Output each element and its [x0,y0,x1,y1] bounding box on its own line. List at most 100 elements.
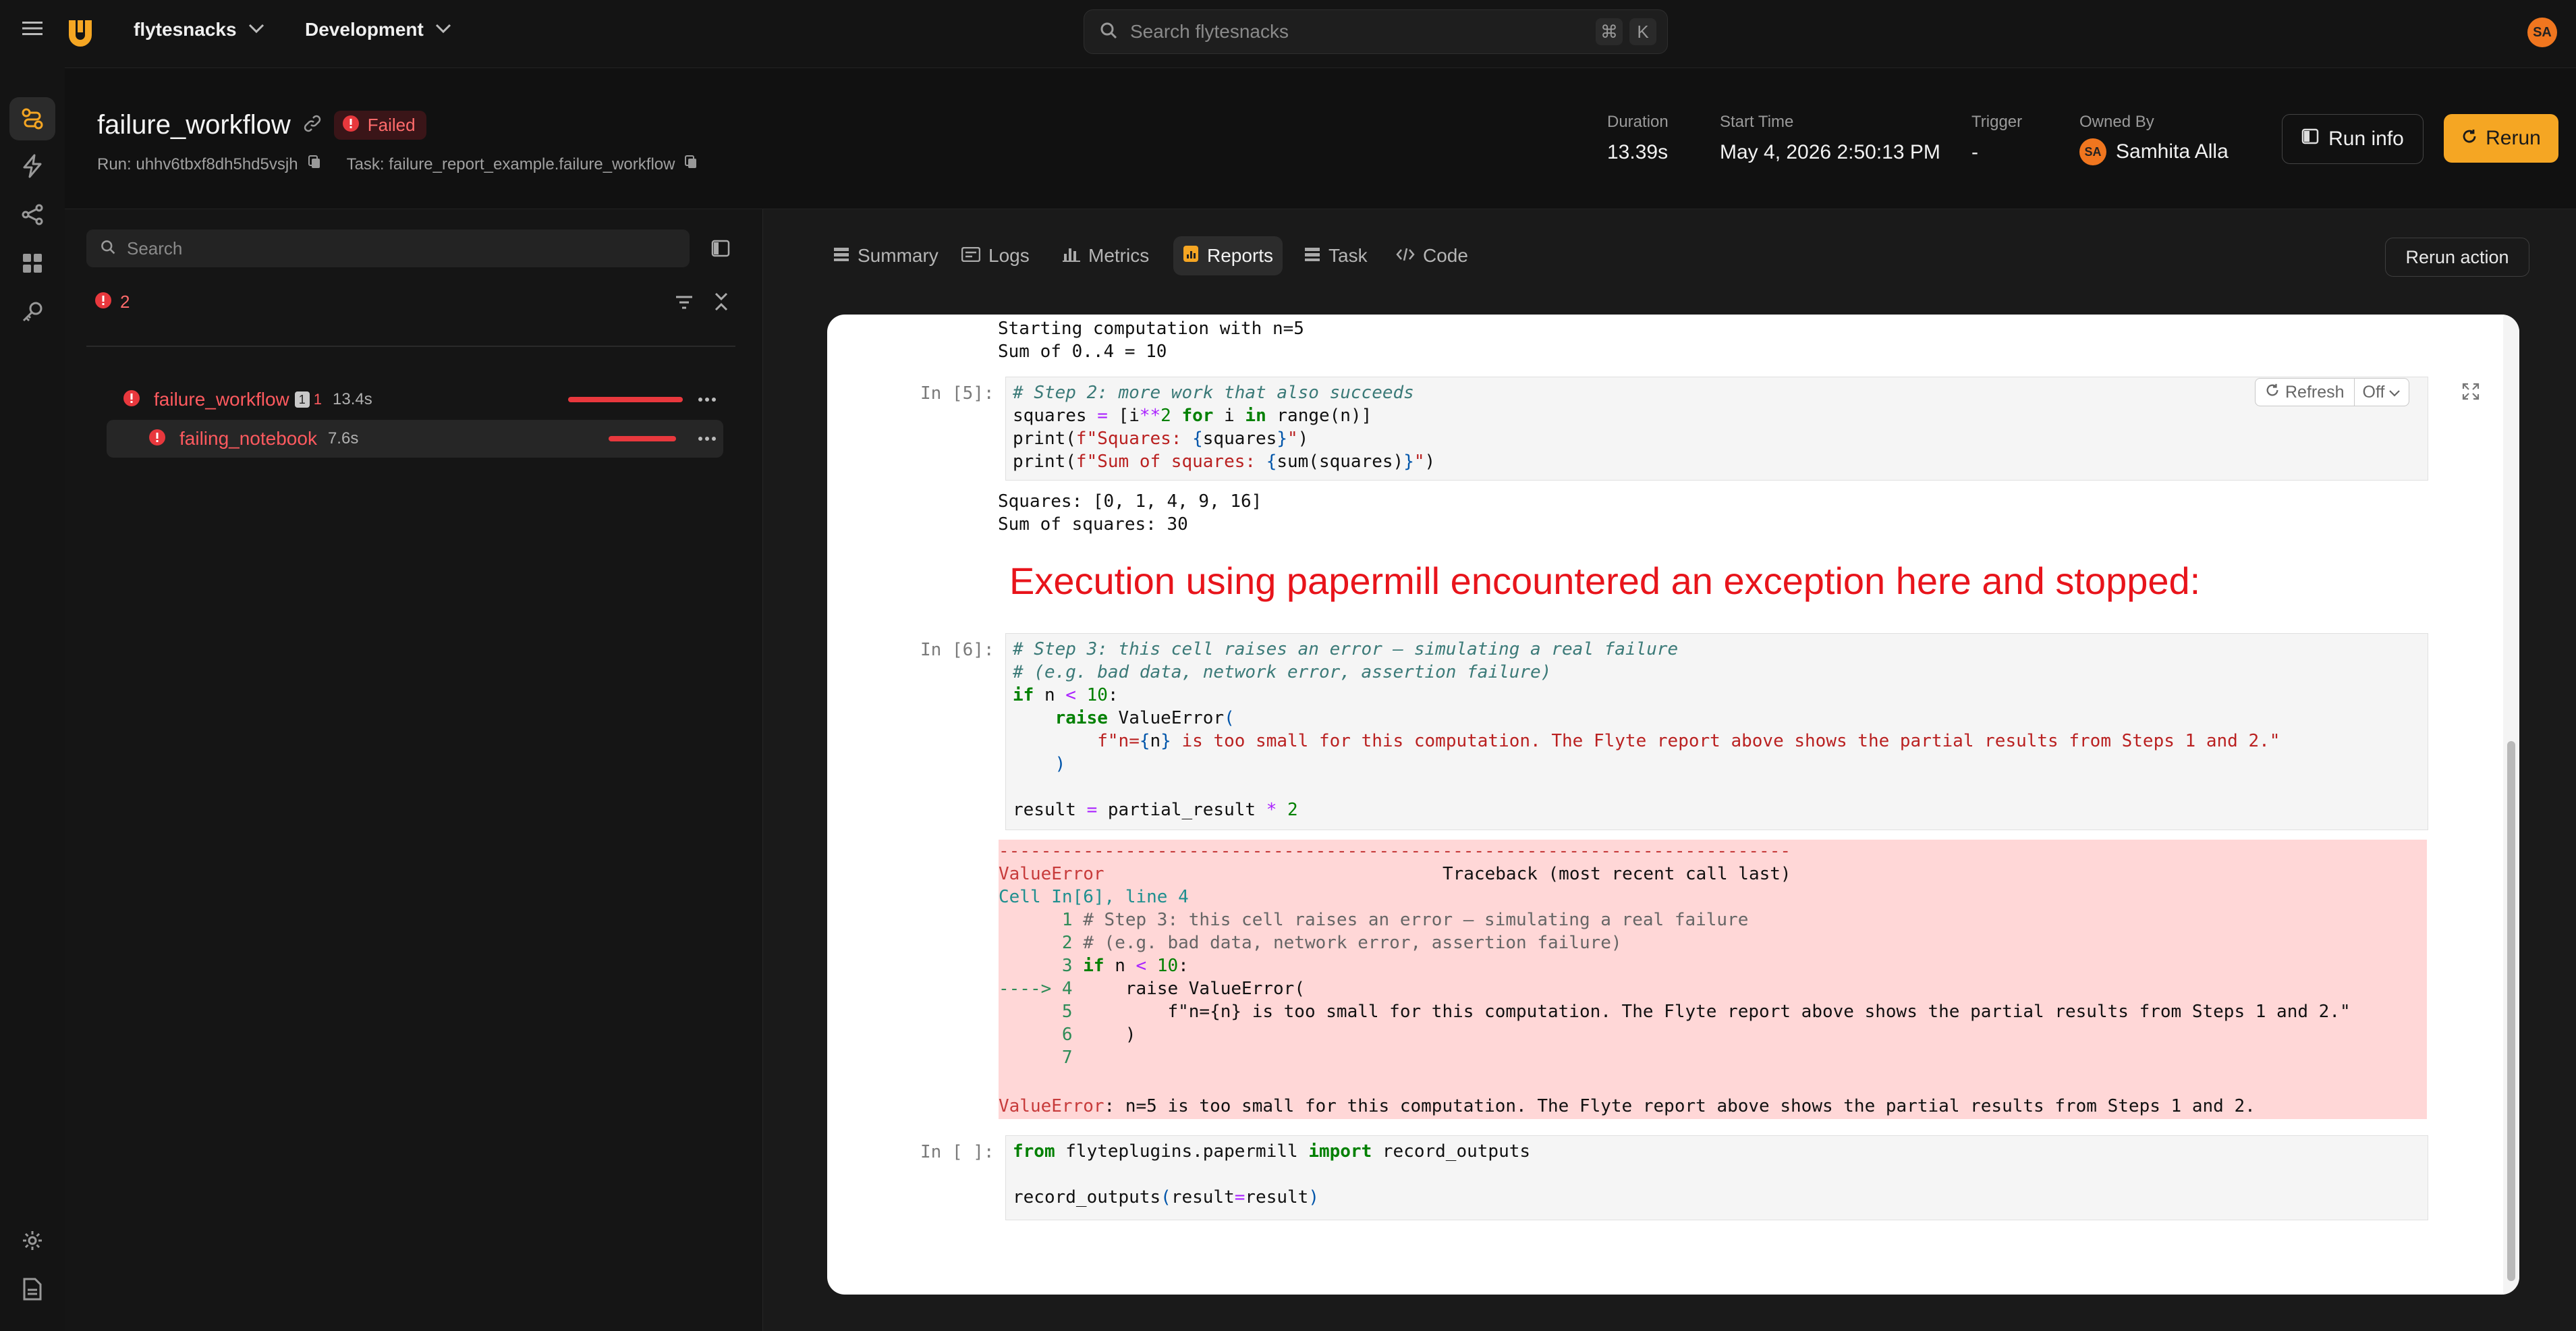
scrollbar[interactable] [2503,315,2519,1295]
failed-count: 1 [313,391,322,408]
rerun-action-button[interactable]: Rerun action [2385,238,2529,277]
subtask-count-badge: 1 [294,391,310,408]
trigger-label: Trigger [1971,113,2023,131]
triggers-nav-icon[interactable] [9,144,55,188]
expand-icon[interactable] [2461,382,2480,404]
domain-selector[interactable]: Development [305,19,452,40]
summary-icon [833,245,849,267]
traceback-source: 1 # Step 3: this cell raises an error — … [999,910,2351,1068]
duration-value: 13.39s [1607,141,1669,163]
refresh-icon [2265,383,2280,402]
collapse-panel-icon[interactable] [711,239,730,261]
traceback-output: ----------------------------------------… [999,840,2427,1119]
traceback-dashes: ----------------------------------------… [999,841,1791,861]
kbd-k: K [1629,18,1656,45]
auto-refresh-value: Off [2362,382,2385,402]
rerun-button[interactable]: Rerun [2444,114,2558,163]
tab-label: Logs [988,245,1030,266]
tree-item-duration: 7.6s [327,429,359,447]
start-time-label: Start Time [1720,113,1794,131]
runs-nav-icon[interactable] [9,97,55,140]
code-cell-source: # Step 2: more work that also succeeds s… [1013,383,1436,472]
more-options-icon[interactable] [698,429,717,452]
copy-icon[interactable] [684,155,698,174]
scrollbar-thumb[interactable] [2507,741,2515,1281]
divider [86,346,735,347]
tree-search-input[interactable]: Search [86,229,690,267]
project-selector[interactable]: flytesnacks [134,19,265,40]
tab-label: Summary [858,245,939,266]
code-cell-6[interactable]: # Step 3: this cell raises an error — si… [1005,633,2428,830]
key-nav-icon[interactable] [9,290,55,333]
status-text: Failed [367,115,416,135]
cell-prompt: In [6]: [920,640,995,660]
cell-output-line: Starting computation with n=5 [998,319,1304,339]
tree-item-duration: 13.4s [333,390,372,408]
metrics-icon [1063,245,1080,267]
tab-summary[interactable]: Summary [824,236,948,275]
settings-gear-icon[interactable] [9,1219,55,1262]
code-cell-7[interactable]: from flyteplugins.papermill import recor… [1005,1135,2428,1220]
tab-logs[interactable]: Logs [952,236,1039,275]
task-id: Task: failure_report_example.failure_wor… [346,155,675,173]
tab-metrics[interactable]: Metrics [1053,236,1158,275]
error-filter[interactable]: 2 [94,292,130,313]
global-search[interactable]: Search flytesnacks ⌘ K [1084,9,1668,54]
top-bar: flytesnacks Development Search flytesnac… [65,0,2576,68]
collapse-all-icon[interactable] [714,292,729,315]
tab-task[interactable]: Task [1295,236,1377,275]
start-time-value: May 4, 2026 2:50:13 PM [1720,141,1940,163]
progress-fill [568,397,683,402]
progress-bar [568,397,683,402]
tab-code[interactable]: Code [1387,236,1478,275]
tree-item-failure-workflow[interactable]: failure_workflow 1 1 13.4s [123,381,723,418]
cell-prompt: In [5]: [920,383,995,404]
auto-refresh-select[interactable]: Off [2355,379,2409,406]
share-nav-icon[interactable] [9,193,55,236]
tree-item-failing-notebook[interactable]: failing_notebook 7.6s [107,420,723,458]
traceback-arrow: ----> [999,979,1052,999]
error-icon [94,292,112,313]
papermill-exception-banner: Execution using papermill encountered an… [1009,560,2201,602]
menu-icon[interactable] [9,7,55,50]
apps-nav-icon[interactable] [9,242,55,285]
traceback-header: ValueError Traceback (most recent call la… [999,863,1791,886]
project-name: flytesnacks [134,19,237,40]
filter-icon[interactable] [675,294,694,314]
search-icon [100,239,116,259]
search-placeholder: Search flytesnacks [1130,21,1289,42]
copy-icon[interactable] [308,155,321,174]
traceback-error-name: ValueError [999,864,1104,884]
duration-label: Duration [1607,113,1669,131]
more-options-icon[interactable] [698,390,717,412]
tab-label: Task [1328,245,1368,266]
docs-icon[interactable] [9,1268,55,1311]
link-icon[interactable] [303,114,322,136]
reports-icon [1183,245,1199,267]
user-avatar[interactable]: SA [2527,18,2557,47]
traceback-cell-ref: Cell In[6], line 4 [999,887,1189,907]
progress-bar [609,436,676,441]
error-icon [123,389,140,410]
code-cell-source: # Step 3: this cell raises an error — si… [1013,639,2280,820]
traceback-title: Traceback (most recent call last) [1443,864,1791,884]
run-info-button[interactable]: Run info [2282,114,2424,164]
run-header: failure_workflow Failed Run: uhhv6tbxf8d… [65,68,2576,209]
refresh-label: Refresh [2285,382,2345,402]
run-tree-panel: Search 2 failure_workflow 1 1 13.4s fail… [65,209,763,1331]
tab-reports[interactable]: Reports [1173,236,1283,275]
rerun-label: Rerun [2486,127,2541,149]
chevron-down-icon [2388,383,2401,402]
domain-name: Development [305,19,424,40]
chevron-down-icon [435,22,452,38]
refresh-button[interactable]: Refresh [2256,379,2355,406]
tree-item-name: failing_notebook [179,428,317,449]
tree-item-name: failure_workflow [154,389,289,410]
owner-label: Owned By [2079,113,2154,131]
error-count: 2 [120,292,130,312]
tab-label: Reports [1207,245,1274,266]
cell-output-line: Sum of 0..4 = 10 [998,342,1167,362]
code-cell-5[interactable]: # Step 2: more work that also succeeds s… [1005,377,2428,481]
status-badge: Failed [333,111,426,140]
union-logo-icon[interactable] [65,18,96,52]
